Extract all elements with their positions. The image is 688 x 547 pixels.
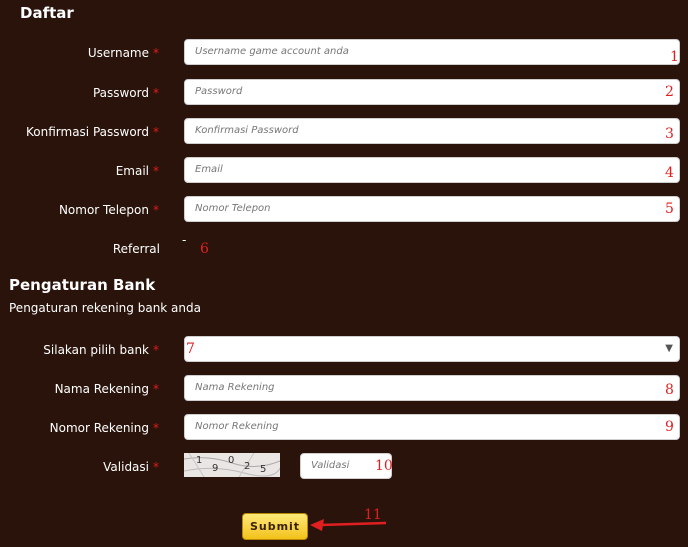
account-name-placeholder: Nama Rekening <box>195 382 275 393</box>
required-mark: * <box>153 164 159 178</box>
captcha-image: 1 9 0 2 5 <box>184 453 280 477</box>
marker-2: 2 <box>665 84 674 100</box>
confirm-password-row: Konfirmasi Password * Konfirmasi Password… <box>0 118 688 146</box>
confirm-password-input[interactable]: Konfirmasi Password <box>184 118 680 144</box>
marker-7: 7 <box>186 341 195 357</box>
marker-8: 8 <box>665 382 674 398</box>
username-placeholder: Username game account anda <box>195 46 349 57</box>
marker-5: 5 <box>665 201 674 217</box>
required-mark: * <box>153 86 159 100</box>
email-label: Email * <box>116 157 159 185</box>
bank-select[interactable]: ▼ <box>184 336 680 362</box>
marker-1: 1 <box>670 49 679 65</box>
email-row: Email * Email 4 <box>0 157 688 185</box>
account-name-label-text: Nama Rekening <box>54 382 149 396</box>
username-input[interactable]: Username game account anda <box>184 39 680 65</box>
phone-label-text: Nomor Telepon <box>58 203 149 217</box>
submit-button[interactable]: Submit <box>242 513 308 540</box>
username-row: Username * Username game account anda 1 <box>0 39 688 67</box>
password-row: Password * Password 2 <box>0 79 688 107</box>
email-placeholder: Email <box>195 164 223 175</box>
account-number-row: Nomor Rekening * Nomor Rekening 9 <box>0 414 688 442</box>
account-name-input[interactable]: Nama Rekening <box>184 375 680 401</box>
account-name-label: Nama Rekening * <box>55 375 159 403</box>
bank-select-label: Silakan pilih bank * <box>43 336 159 364</box>
confirm-password-placeholder: Konfirmasi Password <box>195 125 299 136</box>
referral-row: Referral - 6 <box>0 233 688 263</box>
chevron-down-icon: ▼ <box>665 343 673 354</box>
captcha-digit: 2 <box>244 461 251 472</box>
marker-9: 9 <box>665 419 674 435</box>
phone-placeholder: Nomor Telepon <box>195 203 271 214</box>
captcha-digit: 9 <box>212 463 219 474</box>
required-mark: * <box>153 125 159 139</box>
bank-select-row: Silakan pilih bank * ▼ 7 <box>0 336 688 364</box>
account-number-input[interactable]: Nomor Rekening <box>184 414 680 440</box>
referral-value: - <box>182 233 187 247</box>
email-label-text: Email <box>115 164 149 178</box>
phone-input[interactable]: Nomor Telepon <box>184 196 680 222</box>
required-mark: * <box>153 343 159 357</box>
password-label: Password * <box>93 79 159 107</box>
phone-row: Nomor Telepon * Nomor Telepon 5 <box>0 196 688 224</box>
referral-label: Referral <box>112 242 160 256</box>
bank-select-label-text: Silakan pilih bank <box>43 343 149 357</box>
username-label-text: Username <box>87 46 149 60</box>
confirm-password-label: Konfirmasi Password * <box>26 118 159 146</box>
validation-placeholder: Validasi <box>311 460 350 471</box>
captcha-digit: 5 <box>260 464 267 475</box>
phone-label: Nomor Telepon * <box>59 196 159 224</box>
required-mark: * <box>153 46 159 60</box>
required-mark: * <box>153 421 159 435</box>
required-mark: * <box>153 203 159 217</box>
password-label-text: Password <box>92 86 149 100</box>
validation-input[interactable]: Validasi 10 <box>300 453 393 479</box>
account-name-row: Nama Rekening * Nama Rekening 8 <box>0 375 688 403</box>
marker-4: 4 <box>665 165 674 181</box>
required-mark: * <box>153 460 159 474</box>
account-number-label-text: Nomor Rekening <box>49 421 149 435</box>
bank-section-title: Pengaturan Bank <box>9 276 156 294</box>
password-input[interactable]: Password <box>184 79 680 105</box>
confirm-password-label-text: Konfirmasi Password <box>26 125 149 139</box>
email-input[interactable]: Email <box>184 157 680 183</box>
validation-label-text: Validasi <box>103 460 149 474</box>
marker-6: 6 <box>200 241 209 257</box>
username-label: Username * <box>88 39 159 67</box>
captcha-digit: 1 <box>196 455 203 466</box>
validation-label: Validasi * <box>103 453 159 481</box>
page-title: Daftar <box>20 4 74 22</box>
marker-11: 11 <box>364 507 382 523</box>
required-mark: * <box>153 382 159 396</box>
password-placeholder: Password <box>195 86 243 97</box>
account-number-label: Nomor Rekening * <box>50 414 159 442</box>
bank-section-subtitle: Pengaturan rekening bank anda <box>9 301 201 315</box>
captcha-digit: 0 <box>228 455 235 466</box>
marker-10: 10 <box>375 458 393 474</box>
marker-3: 3 <box>665 126 674 142</box>
account-number-placeholder: Nomor Rekening <box>195 421 279 432</box>
